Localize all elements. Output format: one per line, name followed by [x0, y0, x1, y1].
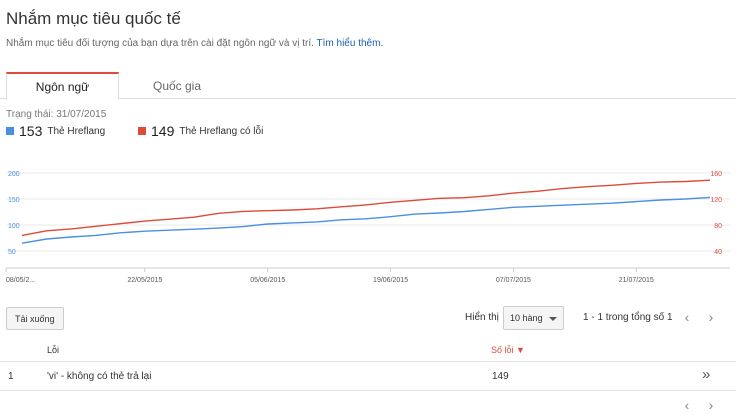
- download-button[interactable]: Tải xuống: [6, 307, 64, 330]
- chevron-right-icon[interactable]: ›: [701, 395, 721, 415]
- row-index: 1: [8, 371, 14, 382]
- x-tick-label: 22/05/2015: [127, 277, 162, 284]
- caret-down-icon: [549, 317, 557, 321]
- y-right-tick-label: 120: [710, 197, 722, 204]
- x-tick-label: 21/07/2015: [619, 277, 654, 284]
- legend-item-hreflang[interactable]: 153 Thẻ Hreflang: [6, 123, 105, 139]
- y-left-tick-label: 150: [8, 197, 20, 204]
- tab-language[interactable]: Ngôn ngữ: [6, 72, 119, 100]
- x-tick-label: 05/06/2015: [250, 277, 285, 284]
- y-left-tick-label: 50: [8, 249, 16, 256]
- pagination-range: 1 - 1 trong tổng số 1: [583, 312, 673, 323]
- page-subtitle: Nhắm mục tiêu đối tượng của bạn dựa trên…: [6, 38, 383, 49]
- y-left-tick-label: 100: [8, 223, 20, 230]
- table-header: Lỗi Số lỗi ▼: [0, 340, 736, 362]
- row-count: 149: [492, 371, 509, 382]
- chevron-left-icon[interactable]: ‹: [677, 395, 697, 415]
- x-tick-label: 07/07/2015: [496, 277, 531, 284]
- learn-more-link[interactable]: Tìm hiểu thêm.: [317, 38, 384, 49]
- x-tick-label: 19/06/2015: [373, 277, 408, 284]
- hreflang-line-chart: 50 100 150 200 40 80 120 160 08/05/2... 22/05/201…: [5, 171, 730, 284]
- legend-swatch: [138, 127, 146, 135]
- table-row[interactable]: 1 'vi' - không có thẻ trả lại 149 »: [0, 363, 736, 391]
- double-chevron-right-icon[interactable]: »: [702, 366, 710, 383]
- tab-country[interactable]: Quốc gia: [120, 72, 234, 99]
- legend-count: 149: [151, 123, 175, 139]
- status-date: Trạng thái: 31/07/2015: [6, 109, 107, 120]
- y-left-tick-label: 200: [8, 171, 20, 178]
- column-header-count[interactable]: Số lỗi ▼: [491, 345, 525, 355]
- x-tick-label: 08/05/2...: [6, 277, 35, 284]
- legend-label: Thẻ Hreflang có lỗi: [179, 125, 264, 137]
- y-right-tick-label: 80: [714, 223, 722, 230]
- tab-bar: Ngôn ngữ Quốc gia: [0, 72, 736, 100]
- y-right-tick-label: 40: [714, 249, 722, 256]
- rows-select-value: 10 hàng: [510, 313, 543, 323]
- rows-label: Hiển thị: [465, 312, 499, 323]
- chevron-right-icon[interactable]: ›: [701, 307, 721, 327]
- rows-per-page-select[interactable]: 10 hàng: [503, 306, 564, 330]
- page-title: Nhắm mục tiêu quốc tế: [6, 9, 181, 28]
- legend-count: 153: [19, 123, 43, 139]
- legend-swatch: [6, 127, 14, 135]
- legend-label: Thẻ Hreflang: [47, 125, 106, 137]
- legend-item-hreflang-errors[interactable]: 149 Thẻ Hreflang có lỗi: [138, 123, 263, 139]
- chevron-left-icon[interactable]: ‹: [677, 307, 697, 327]
- column-header-error[interactable]: Lỗi: [47, 345, 59, 355]
- series-line-hreflang-errors: [21, 179, 711, 237]
- y-right-tick-label: 160: [710, 171, 722, 178]
- row-error: 'vi' - không có thẻ trả lại: [47, 371, 152, 382]
- subtitle-text: Nhắm mục tiêu đối tượng của bạn dựa trên…: [6, 38, 314, 49]
